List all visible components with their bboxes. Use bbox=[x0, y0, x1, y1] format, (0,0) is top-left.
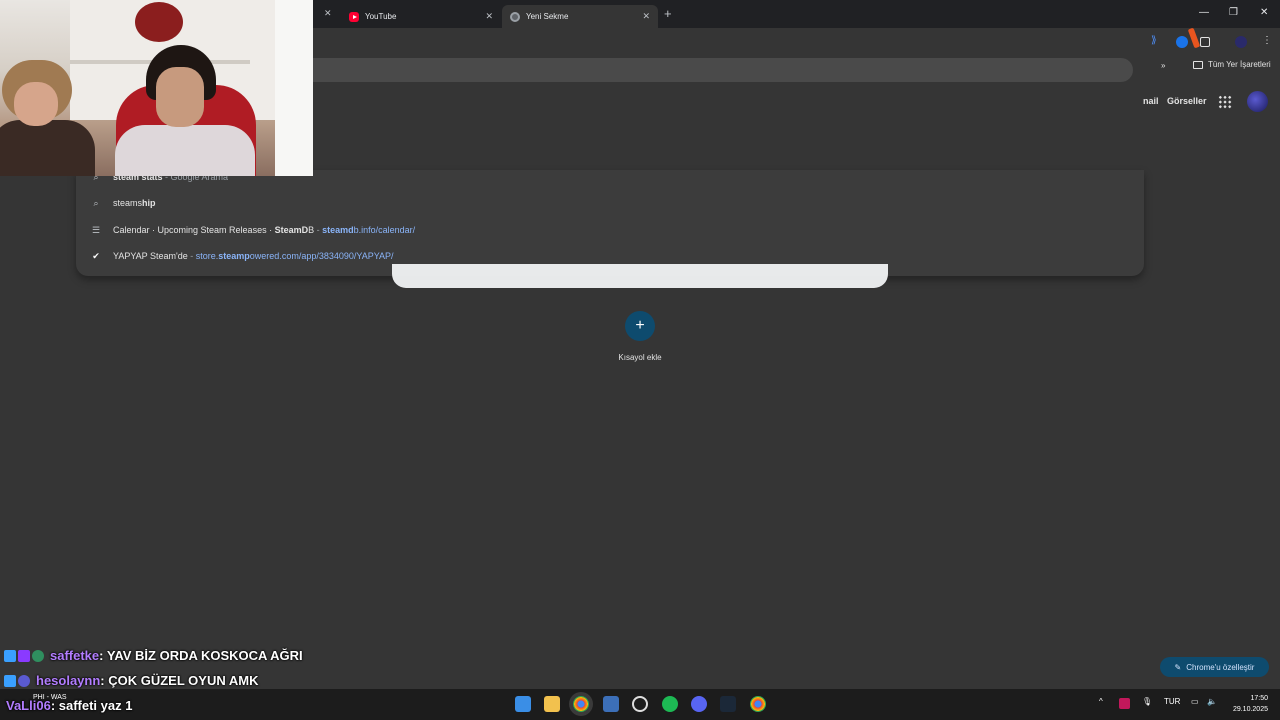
tab-new-tab[interactable]: Yeni Sekme ✕ bbox=[502, 5, 658, 28]
suggestion-url-match: steamd bbox=[322, 225, 354, 235]
steam-icon: ✔ bbox=[92, 250, 100, 261]
tray-overflow-icon[interactable]: ^ bbox=[1099, 697, 1103, 706]
chat-username: hesolaynn bbox=[36, 673, 101, 688]
close-window-button[interactable]: ✕ bbox=[1260, 7, 1268, 18]
badge-icon bbox=[18, 674, 30, 687]
badge-icon bbox=[18, 649, 30, 662]
chat-message: saffetke : YAV BİZ ORDA KOSKOCA AĞRI bbox=[4, 648, 303, 663]
discord-icon[interactable] bbox=[691, 696, 707, 712]
tray-app-icon[interactable] bbox=[1119, 698, 1130, 709]
database-icon: ☰ bbox=[91, 224, 101, 235]
folder-icon bbox=[1193, 60, 1203, 69]
obs-icon[interactable] bbox=[632, 696, 648, 712]
customize-chrome-label: Chrome'u özelleştir bbox=[1186, 662, 1255, 672]
suggestion-title-match: SteamD bbox=[274, 225, 309, 235]
tab-title: YouTube bbox=[365, 12, 397, 21]
chat-message: hesolaynn : ÇOK GÜZEL OYUN AMK bbox=[4, 673, 258, 688]
windows-start-icon[interactable] bbox=[515, 696, 531, 712]
clock[interactable]: 17:50 29.10.2025 bbox=[1226, 693, 1268, 715]
guest bbox=[0, 60, 95, 176]
suggestion-title: YAPYAP Steam'de bbox=[113, 251, 188, 261]
chat-message: VaLli06 : saffeti yaz 1 bbox=[6, 698, 132, 713]
suggestion-url: owered.com/app/3834090/YAPYAP/ bbox=[249, 251, 394, 261]
suggestion-url: b.info/calendar/ bbox=[353, 225, 416, 235]
apps-grid-icon[interactable] bbox=[1218, 95, 1232, 109]
new-tab-button[interactable]: + bbox=[664, 6, 672, 21]
puzzle-icon[interactable] bbox=[1200, 37, 1210, 47]
badge-icon bbox=[4, 649, 16, 662]
all-bookmarks-button[interactable]: Tüm Yer İşaretleri bbox=[1193, 60, 1271, 69]
spotify-icon[interactable] bbox=[662, 696, 678, 712]
restore-button[interactable]: ❐ bbox=[1229, 7, 1238, 18]
omnibox-suggestions: ⌕ steam stats - Google Arama ⌕ steamship… bbox=[76, 170, 1144, 276]
webcam-overlay bbox=[0, 0, 313, 176]
chat-username: VaLli06 bbox=[6, 698, 51, 713]
bookmarks-overflow-button[interactable]: » bbox=[1161, 61, 1165, 70]
profile-avatar[interactable] bbox=[1235, 36, 1247, 48]
file-explorer-icon[interactable] bbox=[544, 696, 560, 712]
streamer bbox=[115, 45, 255, 176]
suggestion-text: steams bbox=[113, 198, 143, 208]
suggestion-separator: - bbox=[314, 225, 323, 235]
suggestion-item[interactable]: ⌕ steamship bbox=[76, 190, 1144, 216]
close-tab-icon[interactable]: ✕ bbox=[642, 11, 650, 22]
search-icon: ⌕ bbox=[93, 197, 99, 208]
microphone-icon[interactable]: 🎙 bbox=[1142, 697, 1152, 706]
add-shortcut-button[interactable]: + bbox=[625, 311, 655, 341]
chat-text: : ÇOK GÜZEL OYUN AMK bbox=[100, 673, 259, 688]
chrome-taskbar-icon-2[interactable] bbox=[750, 696, 766, 712]
close-tab-icon[interactable]: ✕ bbox=[324, 8, 332, 19]
badge-icon bbox=[32, 649, 44, 662]
customize-chrome-button[interactable]: ✎ Chrome'u özelleştir bbox=[1160, 657, 1269, 677]
extension-icon[interactable] bbox=[1176, 36, 1188, 48]
tab-youtube[interactable]: YouTube ✕ bbox=[341, 5, 501, 28]
badge-icon bbox=[4, 674, 16, 687]
google-search-box[interactable] bbox=[392, 264, 888, 288]
pencil-icon: ✎ bbox=[1174, 662, 1182, 672]
app-icon[interactable] bbox=[603, 696, 619, 712]
time: 17:50 bbox=[1250, 695, 1268, 702]
suggestion-title: Calendar · Upcoming Steam Releases · bbox=[113, 225, 275, 235]
close-tab-icon[interactable]: ✕ bbox=[485, 11, 493, 22]
language-indicator[interactable]: TUR bbox=[1164, 697, 1180, 706]
wall-logo bbox=[135, 2, 183, 42]
suggestion-separator: - bbox=[187, 251, 196, 261]
chat-text: : saffeti yaz 1 bbox=[50, 698, 133, 713]
omnibox[interactable] bbox=[300, 58, 1133, 82]
chrome-icon bbox=[510, 11, 520, 22]
date: 29.10.2025 bbox=[1232, 706, 1268, 713]
suggestion-item[interactable]: ☰ Calendar · Upcoming Steam Releases · S… bbox=[76, 217, 1144, 243]
avatar[interactable] bbox=[1247, 91, 1268, 112]
chrome-taskbar-icon[interactable] bbox=[573, 696, 589, 712]
tab-title: Yeni Sekme bbox=[526, 12, 569, 21]
minimize-button[interactable]: — bbox=[1199, 7, 1209, 18]
cast-icon[interactable]: ⟫ bbox=[1151, 35, 1163, 47]
chat-username: saffetke bbox=[50, 648, 100, 663]
volume-icon[interactable]: 🔈 bbox=[1207, 697, 1217, 706]
suggestion-url-prefix: store. bbox=[195, 251, 219, 261]
network-icon[interactable]: ▭ bbox=[1191, 697, 1199, 706]
chat-text: : YAV BİZ ORDA KOSKOCA AĞRI bbox=[99, 648, 303, 663]
suggestion-completion: hip bbox=[142, 198, 156, 208]
all-bookmarks-label: Tüm Yer İşaretleri bbox=[1208, 60, 1271, 69]
steam-taskbar-icon[interactable] bbox=[720, 696, 736, 712]
images-link[interactable]: Görseller bbox=[1167, 96, 1207, 106]
gmail-link[interactable]: nail bbox=[1143, 96, 1159, 106]
youtube-icon bbox=[349, 11, 359, 22]
add-shortcut-label: Kısayol ekle bbox=[618, 353, 662, 362]
menu-icon[interactable]: ⋮ bbox=[1262, 35, 1274, 47]
suggestion-url-match: steamp bbox=[218, 251, 250, 261]
